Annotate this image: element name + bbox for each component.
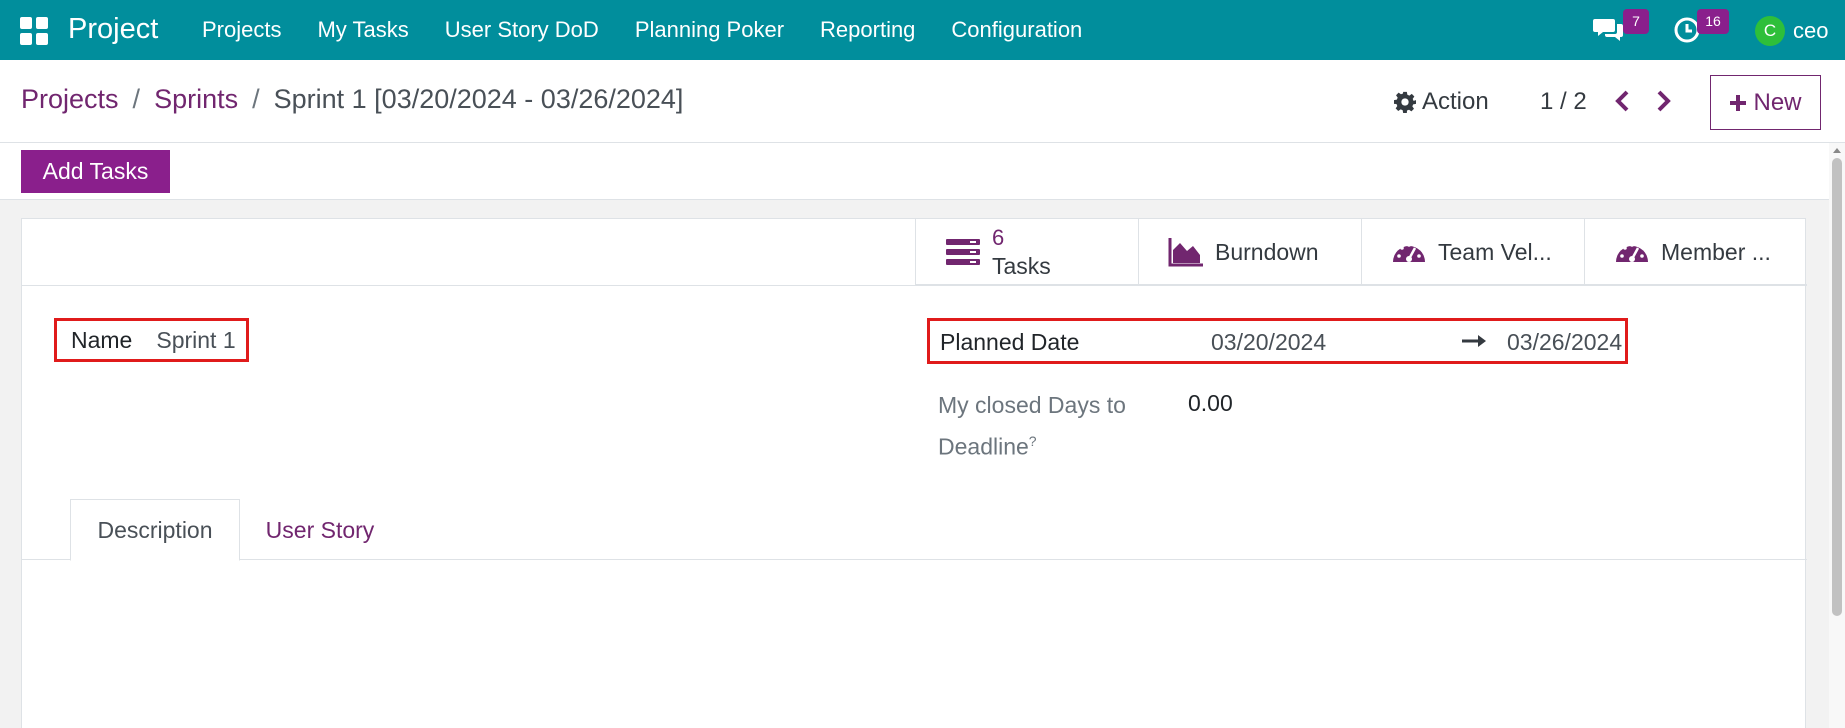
main-menu: Projects My Tasks User Story DoD Plannin… (202, 0, 1118, 60)
breadcrumb-current: Sprint 1 [03/20/2024 - 03/26/2024] (273, 84, 684, 114)
area-chart-icon (1168, 238, 1203, 267)
team-velocity-label: Team Vel... (1438, 238, 1552, 265)
tasks-count: 6 (992, 225, 1005, 250)
plus-icon (1730, 94, 1747, 111)
member-smart-button[interactable]: Member ... (1584, 219, 1807, 285)
chevron-left-icon[interactable] (1612, 88, 1634, 114)
help-tooltip-icon[interactable]: ? (1029, 433, 1037, 449)
gauge-icon (1616, 243, 1648, 262)
action-menu-button[interactable]: Action (1394, 88, 1489, 116)
smart-button-box: 6 Tasks Burndown Team Vel... Member ... (915, 219, 1807, 285)
notebook-tabs: Description User Story (22, 499, 1807, 561)
tasks-smart-button[interactable]: 6 Tasks (915, 219, 1138, 285)
new-button[interactable]: New (1710, 75, 1821, 130)
member-label: Member ... (1661, 238, 1771, 265)
pager-value[interactable]: 1 / 2 (1540, 88, 1587, 116)
name-field-highlight: Name Sprint 1 (54, 318, 249, 362)
add-tasks-button[interactable]: Add Tasks (21, 150, 170, 193)
menu-item-reporting[interactable]: Reporting (820, 17, 915, 43)
breadcrumb-separator: / (252, 84, 260, 114)
chevron-right-icon[interactable] (1652, 88, 1674, 114)
closed-days-value: 0.00 (1188, 390, 1233, 416)
tasks-stat: 6 Tasks (992, 224, 1051, 280)
name-input[interactable]: Sprint 1 (156, 327, 235, 354)
messages-count-badge[interactable]: 7 (1623, 9, 1649, 34)
closed-days-label: My closed Days to Deadline? (938, 387, 1158, 465)
breadcrumb-projects[interactable]: Projects (21, 84, 119, 115)
scroll-up-arrow-icon[interactable] (1833, 148, 1841, 153)
tab-user-story[interactable]: User Story (240, 499, 400, 561)
name-label: Name (71, 326, 133, 353)
app-title[interactable]: Project (68, 13, 158, 46)
breadcrumb: Projects / Sprints / Sprint 1 [03/20/202… (21, 84, 683, 115)
scrollbar-thumb[interactable] (1832, 158, 1842, 616)
gear-icon (1394, 91, 1416, 113)
form-sheet: 6 Tasks Burndown Team Vel... Member ... … (21, 218, 1807, 728)
user-name[interactable]: ceo (1793, 18, 1828, 44)
top-navbar: Project Projects My Tasks User Story DoD… (0, 0, 1845, 60)
new-button-label: New (1753, 88, 1802, 116)
arrow-right-icon (1462, 335, 1486, 347)
tasks-list-icon (946, 239, 980, 265)
apps-menu-icon[interactable] (20, 17, 48, 45)
action-label: Action (1422, 88, 1489, 115)
date-start-input[interactable]: 03/20/2024 (1211, 329, 1326, 356)
activities-count-badge[interactable]: 16 (1697, 9, 1729, 34)
menu-item-projects[interactable]: Projects (202, 17, 281, 43)
burndown-smart-button[interactable]: Burndown (1138, 219, 1361, 285)
date-end-input[interactable]: 03/26/2024 (1507, 329, 1622, 356)
menu-item-configuration[interactable]: Configuration (951, 17, 1082, 43)
user-avatar[interactable]: C (1755, 16, 1785, 46)
breadcrumb-separator: / (132, 84, 141, 114)
tasks-label: Tasks (992, 253, 1051, 279)
menu-item-user-story-dod[interactable]: User Story DoD (445, 17, 599, 43)
control-panel: Projects / Sprints / Sprint 1 [03/20/202… (0, 60, 1845, 143)
form-statusbar: Add Tasks (0, 143, 1845, 200)
sheet-divider (22, 285, 1807, 286)
closed-days-label-text: My closed Days to Deadline (938, 392, 1126, 460)
breadcrumb-sprints[interactable]: Sprints (154, 84, 238, 115)
planned-date-highlight: Planned Date 03/20/2024 03/26/2024 (927, 318, 1628, 364)
menu-item-planning-poker[interactable]: Planning Poker (635, 17, 784, 43)
planned-date-label: Planned Date (940, 329, 1080, 355)
menu-item-my-tasks[interactable]: My Tasks (317, 17, 408, 43)
tab-description[interactable]: Description (70, 499, 240, 561)
burndown-label: Burndown (1215, 238, 1319, 265)
gauge-icon (1393, 243, 1425, 262)
messages-icon[interactable] (1593, 16, 1625, 42)
team-velocity-smart-button[interactable]: Team Vel... (1361, 219, 1584, 285)
